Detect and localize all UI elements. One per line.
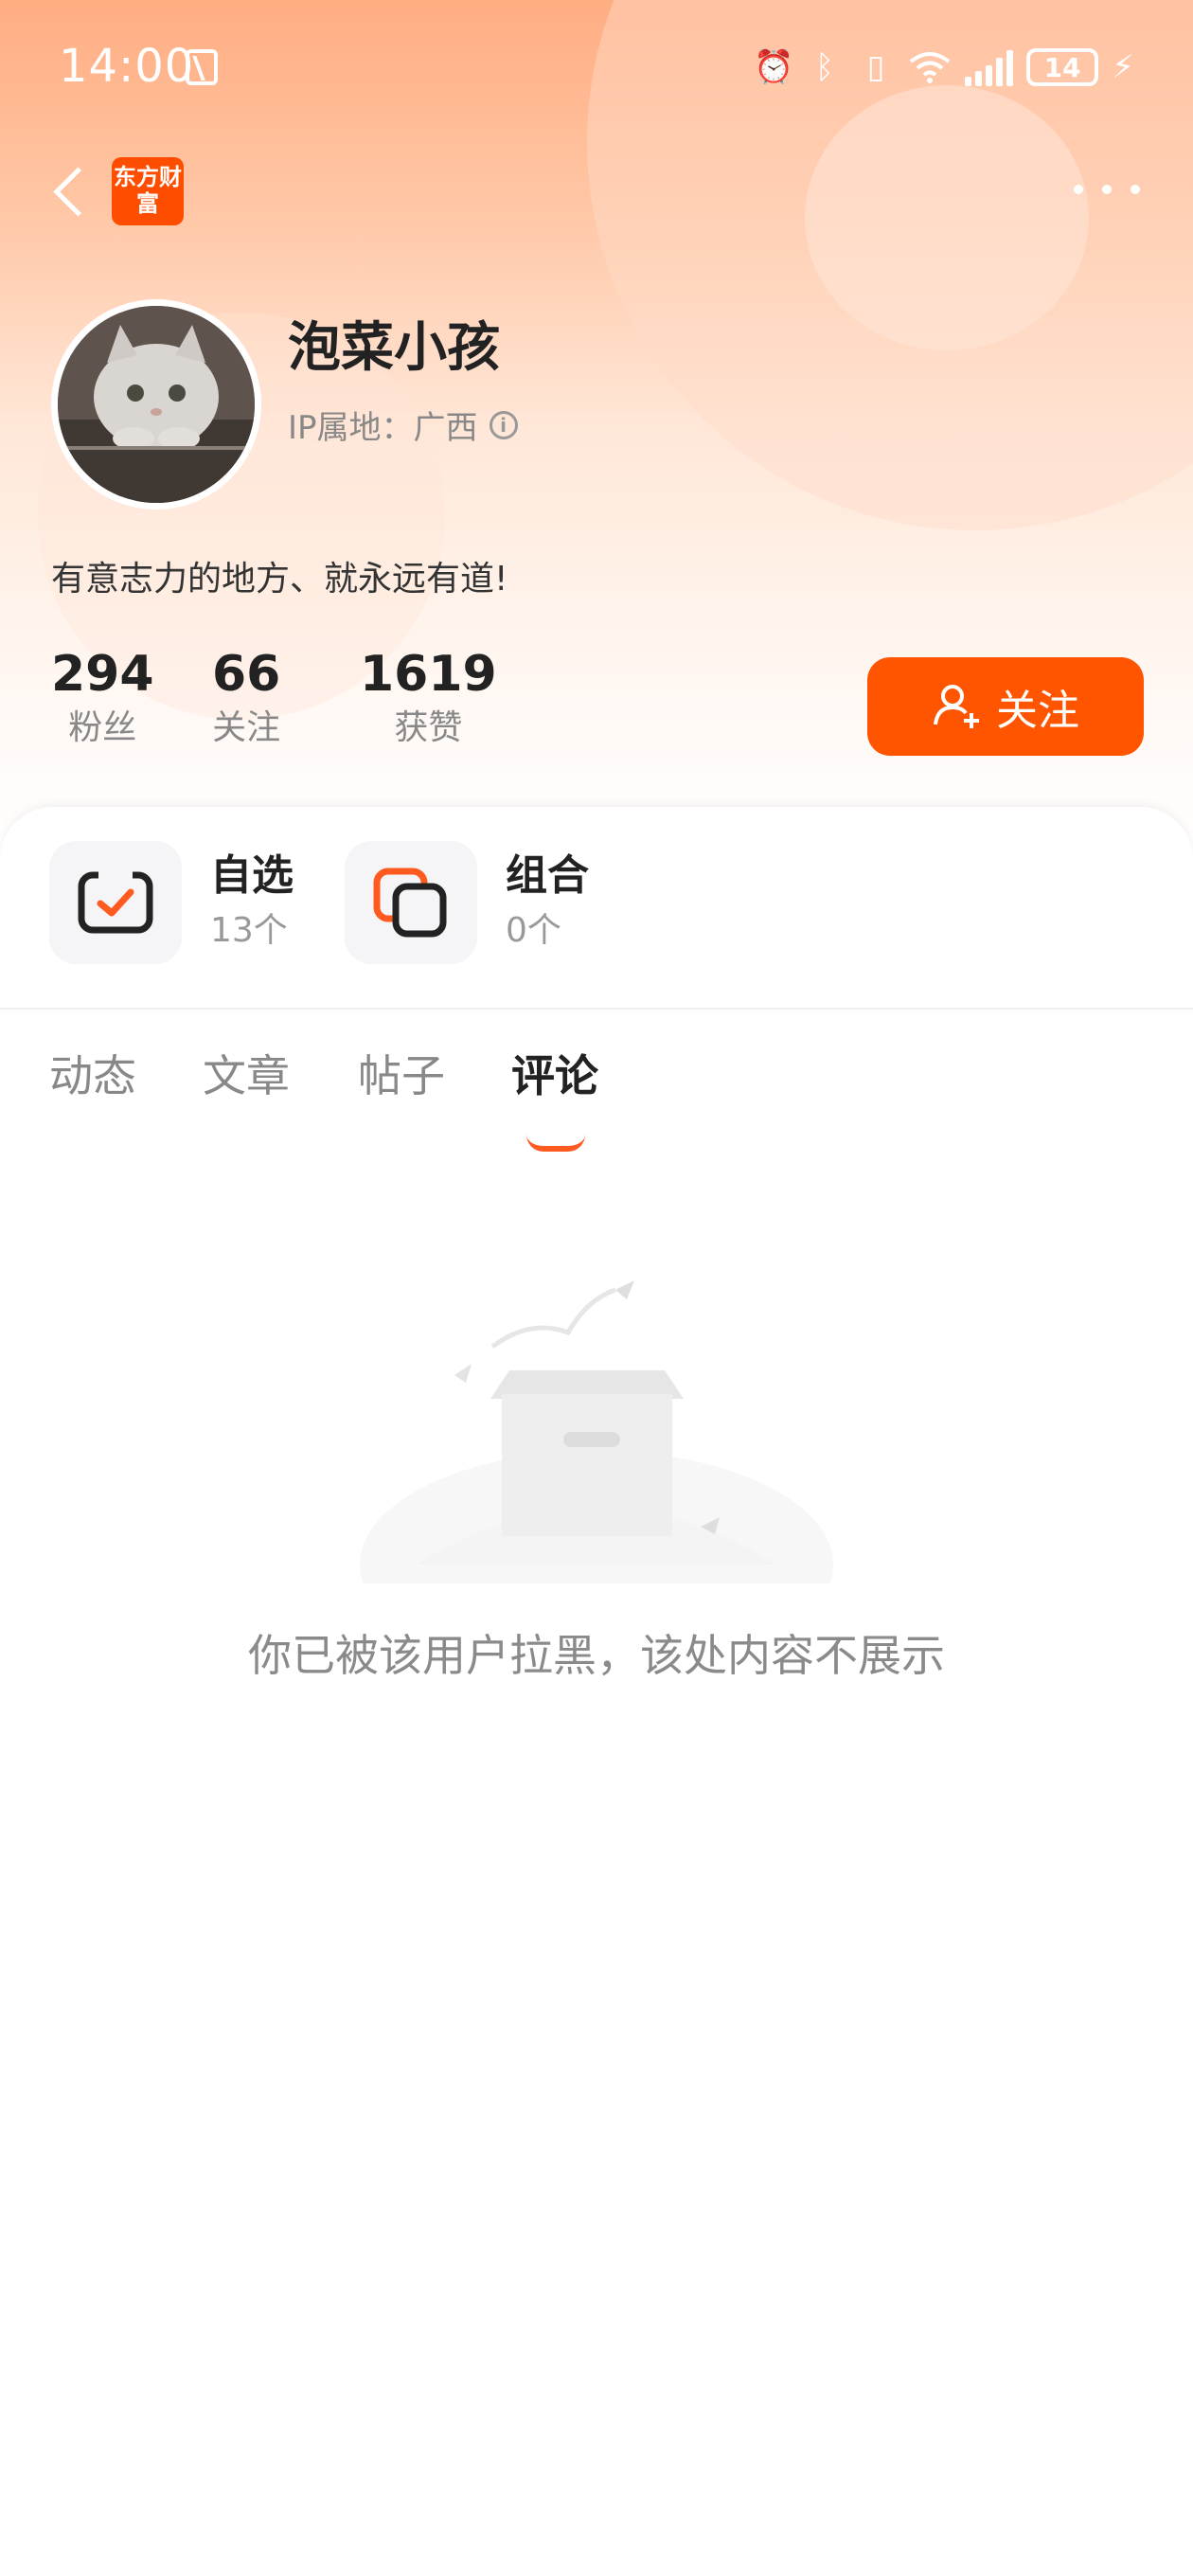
username: 泡菜小孩 [288, 317, 500, 379]
nfc-icon [186, 49, 218, 85]
portfolio-icon [345, 841, 477, 964]
status-time: 14:00 [59, 40, 195, 93]
follow-button-label: 关注 [996, 687, 1079, 735]
stat-likes[interactable]: 1619 获赞 [360, 644, 497, 752]
more-icon [1074, 185, 1083, 194]
charging-icon: ⚡ [1112, 48, 1134, 86]
tab-bar: 动态 文章 帖子 评论 [0, 1042, 1193, 1152]
back-button[interactable] [45, 157, 91, 224]
status-icons: ⏰ ᛒ ▯ 14 ⚡ [753, 44, 1134, 91]
avatar[interactable] [51, 299, 261, 510]
stat-value: 294 [51, 646, 154, 703]
active-tab-indicator [526, 1135, 585, 1152]
divider [0, 1008, 1193, 1010]
tab-articles[interactable]: 文章 [203, 1042, 290, 1104]
alarm-icon: ⏰ [753, 48, 794, 86]
stat-label: 关注 [212, 708, 281, 747]
stat-value: 66 [212, 646, 281, 703]
stat-fans[interactable]: 294 粉丝 [51, 644, 154, 752]
stat-following[interactable]: 66 关注 [212, 644, 280, 752]
content-card: 自选 13个 组合 0个 动态 文章 帖子 评论 你已被该用户拉黑，该处内容不展… [0, 807, 1193, 2576]
vibrate-icon: ▯ [866, 48, 885, 86]
ip-location: IP属地：广西 [288, 409, 478, 447]
empty-box-icon [360, 1280, 833, 1678]
battery-level: 14 [1043, 51, 1081, 83]
quick-link-portfolio[interactable]: 组合 0个 [345, 841, 589, 964]
wifi-icon [909, 52, 951, 83]
tab-posts[interactable]: 帖子 [358, 1042, 445, 1104]
stat-label: 粉丝 [68, 708, 137, 747]
follow-button[interactable]: 关注 [867, 657, 1144, 756]
tab-comments[interactable]: 评论 [511, 1042, 598, 1104]
bio: 有意志力的地方、就永远有道! [51, 560, 508, 599]
info-icon[interactable]: i [489, 410, 518, 439]
watchlist-icon [49, 841, 182, 964]
bluetooth-icon: ᛒ [814, 48, 835, 86]
more-button[interactable] [1074, 170, 1140, 208]
stat-value: 1619 [360, 646, 497, 703]
cat-avatar-image [58, 306, 255, 503]
quick-link-title: 自选 [210, 851, 294, 900]
quick-link-count: 13个 [210, 911, 288, 950]
signal-icon [965, 48, 1014, 86]
add-user-icon [934, 685, 979, 728]
quick-link-count: 0个 [506, 911, 561, 950]
empty-state-message: 你已被该用户拉黑，该处内容不展示 [248, 1630, 945, 1681]
app-logo: 东方财富 [112, 157, 184, 225]
battery-icon: 14 [1026, 48, 1099, 86]
quick-link-watchlist[interactable]: 自选 13个 [49, 841, 294, 964]
status-bar: 14:00 ⏰ ᛒ ▯ 14 ⚡ [0, 0, 1193, 133]
stat-label: 获赞 [394, 708, 463, 747]
ip-location-row: IP属地：广西 i [288, 402, 518, 448]
tab-dongtai[interactable]: 动态 [49, 1042, 136, 1104]
quick-link-title: 组合 [506, 851, 589, 900]
